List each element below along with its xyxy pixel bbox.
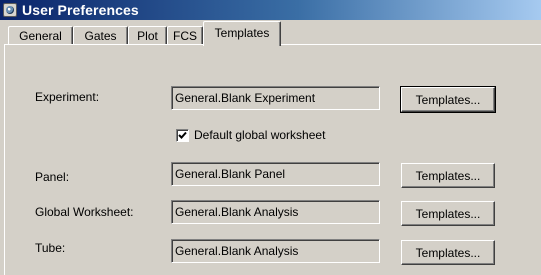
global-worksheet-field[interactable]: General.Blank Analysis <box>171 200 380 224</box>
tube-templates-button[interactable]: Templates... <box>401 240 495 265</box>
app-icon[interactable] <box>3 3 17 17</box>
tab-fcs[interactable]: FCS <box>167 26 203 45</box>
panel-templates-button[interactable]: Templates... <box>401 163 495 188</box>
global-worksheet-label: Global Worksheet: <box>35 205 134 219</box>
default-global-worksheet-option[interactable]: Default global worksheet <box>176 128 325 142</box>
tab-strip: General Gates Plot FCS Templates <box>4 21 541 46</box>
tab-gates[interactable]: Gates <box>73 26 128 45</box>
default-global-worksheet-checkbox[interactable] <box>176 128 189 142</box>
panel-field[interactable]: General.Blank Panel <box>171 162 380 186</box>
tab-gates-label: Gates <box>84 29 117 43</box>
window-title: User Preferences <box>22 2 139 18</box>
tube-field[interactable]: General.Blank Analysis <box>171 239 380 263</box>
tab-fcs-label: FCS <box>173 29 197 43</box>
experiment-templates-button[interactable]: Templates... <box>400 86 496 113</box>
experiment-label: Experiment: <box>35 90 100 104</box>
tab-general-label: General <box>19 29 62 43</box>
user-preferences-window: User Preferences General Gates Plot FCS … <box>0 0 541 275</box>
experiment-field[interactable]: General.Blank Experiment <box>171 86 380 110</box>
tab-general[interactable]: General <box>8 26 73 45</box>
tab-templates[interactable]: Templates <box>203 21 281 46</box>
checkmark-icon <box>178 131 187 139</box>
default-global-worksheet-label: Default global worksheet <box>194 128 326 142</box>
tab-templates-label: Templates <box>214 25 270 40</box>
templates-panel: Experiment: General.Blank Experiment Tem… <box>4 44 541 275</box>
tab-plot-label: Plot <box>137 29 158 43</box>
global-worksheet-templates-button[interactable]: Templates... <box>401 201 495 226</box>
title-bar[interactable]: User Preferences <box>0 0 541 20</box>
panel-label: Panel: <box>35 170 70 184</box>
tube-label: Tube: <box>35 241 66 255</box>
tab-plot[interactable]: Plot <box>128 26 167 45</box>
